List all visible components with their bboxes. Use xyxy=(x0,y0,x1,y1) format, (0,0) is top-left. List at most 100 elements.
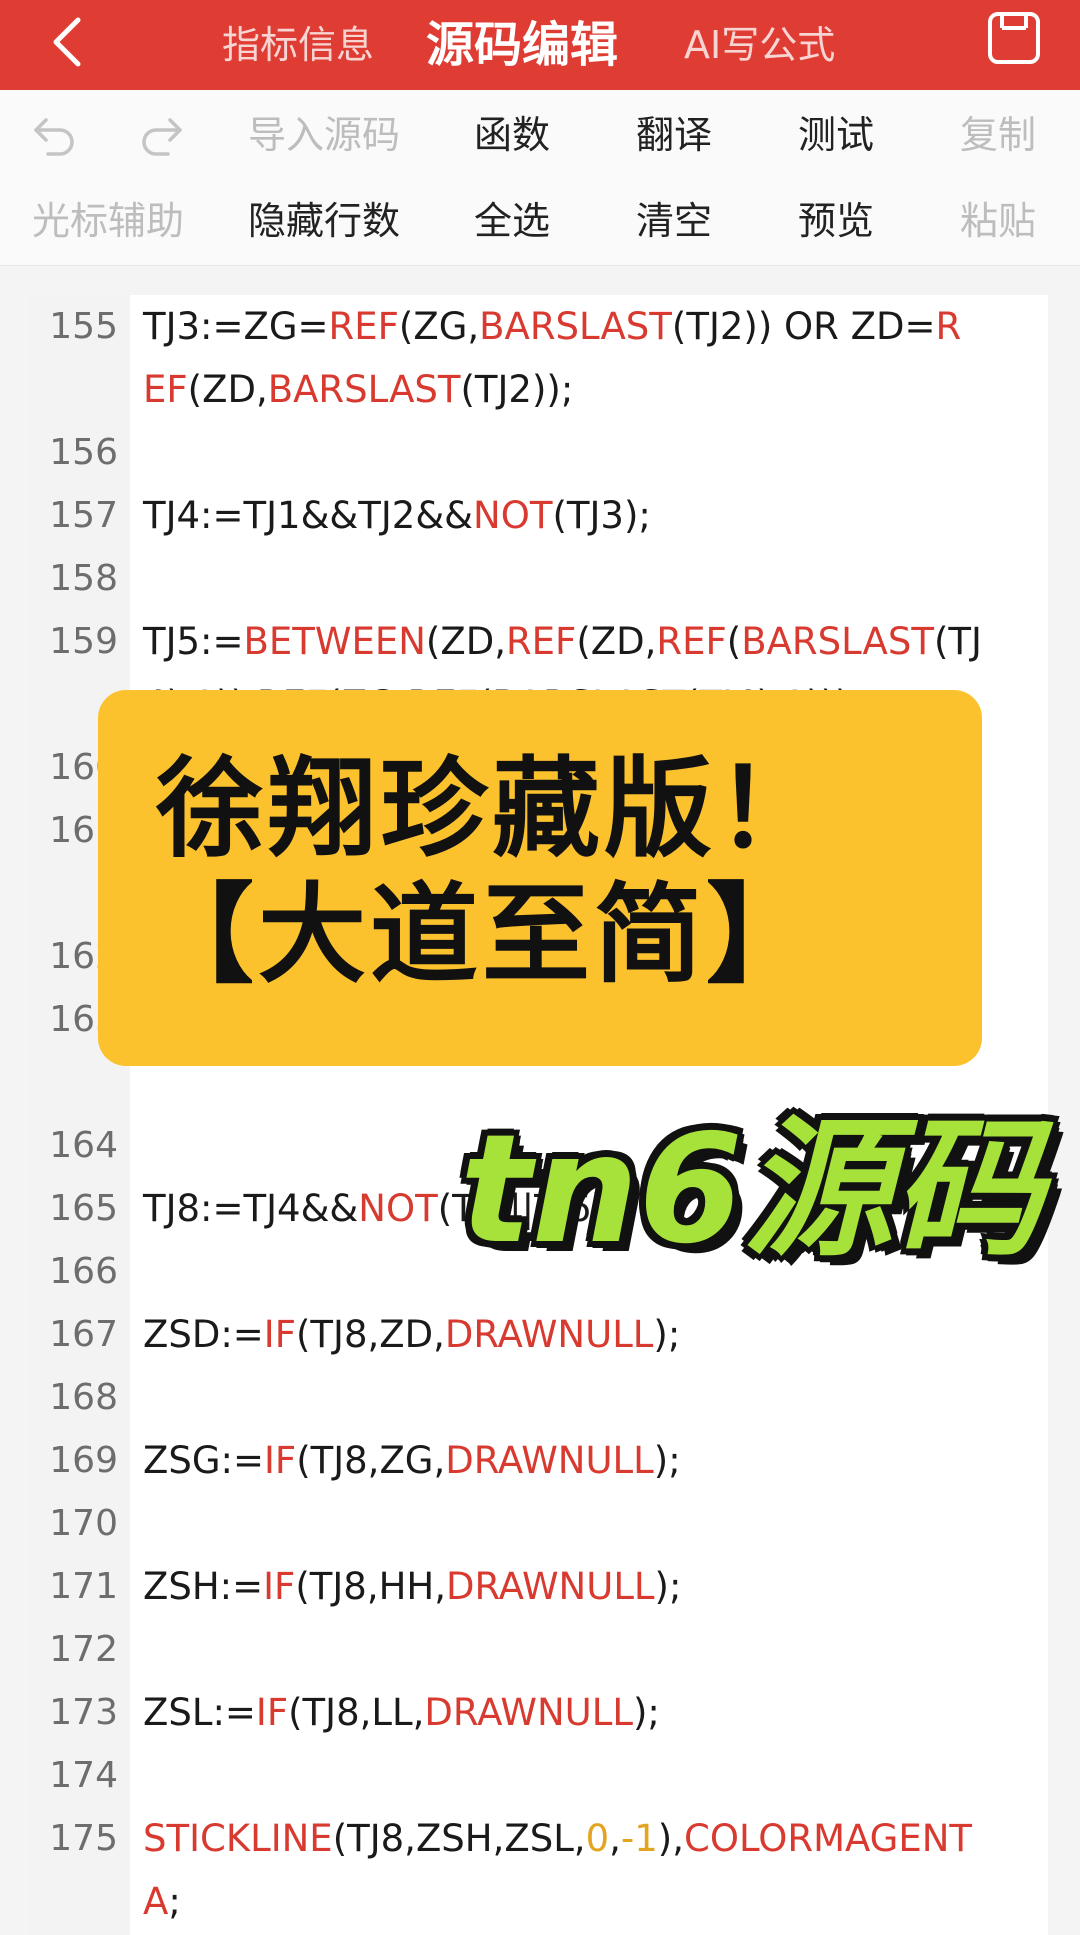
code-keyword: IF xyxy=(255,1691,289,1734)
code-token: (TJ8,ZG, xyxy=(296,1439,446,1482)
code-keyword: DRAWNULL xyxy=(424,1691,633,1734)
code-token: (TJ3); xyxy=(552,494,651,537)
editor-toolbar: 导入源码 函数 翻译 测试 复制 光标辅助 隐藏行数 全选 清空 预览 粘贴 xyxy=(0,90,1080,266)
line-number: 164 xyxy=(49,1125,118,1166)
code-token: (ZD, xyxy=(576,620,657,663)
code-token: ), xyxy=(657,1817,684,1860)
cursor-assist-button[interactable]: 光标辅助 xyxy=(28,191,188,251)
line-number: 173 xyxy=(49,1692,118,1733)
code-token: ; xyxy=(168,1880,181,1923)
code-keyword: STICKLINE xyxy=(143,1817,333,1860)
code-line[interactable]: 155 TJ3:=ZG=REF(ZG,BARSLAST(TJ2)) OR ZD=R… xyxy=(28,295,1048,421)
code-line[interactable]: 169 ZSG:=IF(TJ8,ZG,DRAWNULL); xyxy=(28,1429,1048,1492)
code-token: ( xyxy=(726,620,742,663)
code-line[interactable]: 171 ZSH:=IF(TJ8,HH,DRAWNULL); xyxy=(28,1555,1048,1618)
code-token: ); xyxy=(653,1439,681,1482)
code-keyword: IF xyxy=(263,1313,296,1356)
code-token: (ZD, xyxy=(425,620,506,663)
code-text[interactable]: TJ3:=ZG=REF(ZG,BARSLAST(TJ2)) OR ZD=REF(… xyxy=(143,295,983,421)
code-token: TJ5:= xyxy=(143,620,244,663)
line-number: 175 xyxy=(49,1818,118,1859)
line-number: 157 xyxy=(49,495,118,536)
line-number: 158 xyxy=(49,558,118,599)
test-button[interactable]: 测试 xyxy=(756,105,916,165)
code-token: TJ4:=TJ1&&TJ2&& xyxy=(143,494,474,537)
undo-icon[interactable] xyxy=(30,110,78,158)
code-keyword: REF xyxy=(328,305,399,348)
code-number: -1 xyxy=(620,1817,658,1860)
code-keyword: BARSLAST xyxy=(479,305,672,348)
preview-button[interactable]: 预览 xyxy=(756,191,916,251)
code-line[interactable]: 172 xyxy=(28,1618,1048,1681)
code-token: TJ8:=TJ4&& xyxy=(143,1187,359,1230)
code-token: (TJ2)); xyxy=(460,368,574,411)
translate-button[interactable]: 翻译 xyxy=(594,105,754,165)
code-line[interactable]: 175 STICKLINE(TJ8,ZSH,ZSL,0,-1),COLORMAGE… xyxy=(28,1807,1048,1933)
redo-icon[interactable] xyxy=(138,110,186,158)
code-line[interactable]: 156 xyxy=(28,421,1048,484)
code-text[interactable]: ZSD:=IF(TJ8,ZD,DRAWNULL); xyxy=(143,1303,983,1366)
line-number: 169 xyxy=(49,1440,118,1481)
code-keyword: REF xyxy=(656,620,727,663)
code-token: ZSD:= xyxy=(143,1313,264,1356)
code-line[interactable]: 174 xyxy=(28,1744,1048,1807)
code-line[interactable]: 158 xyxy=(28,547,1048,610)
clear-button[interactable]: 清空 xyxy=(594,191,754,251)
code-keyword: BARSLAST xyxy=(741,620,934,663)
code-keyword: IF xyxy=(263,1439,297,1482)
code-token: (ZD, xyxy=(187,368,268,411)
banner-subtitle: 【大道至简】 xyxy=(146,873,819,998)
line-number: 171 xyxy=(49,1566,118,1607)
line-number: 174 xyxy=(49,1755,118,1796)
tab-source-edit[interactable]: 源码编辑 xyxy=(426,0,618,90)
code-text[interactable]: ZSG:=IF(TJ8,ZG,DRAWNULL); xyxy=(143,1429,983,1492)
code-keyword: IF xyxy=(263,1565,296,1608)
code-keyword: REF xyxy=(505,620,577,663)
import-source-button[interactable]: 导入源码 xyxy=(244,105,404,165)
code-token: (ZG, xyxy=(398,305,480,348)
line-number: 167 xyxy=(49,1314,118,1355)
line-number: 156 xyxy=(49,432,118,473)
functions-button[interactable]: 函数 xyxy=(432,105,592,165)
code-token: ZSH:= xyxy=(143,1565,264,1608)
code-token: , xyxy=(609,1817,621,1860)
code-text[interactable]: ZSL:=IF(TJ8,LL,DRAWNULL); xyxy=(143,1681,983,1744)
code-token: ); xyxy=(632,1691,660,1734)
line-number: 170 xyxy=(49,1503,118,1544)
line-number: 166 xyxy=(49,1251,118,1292)
tab-indicator-info[interactable]: 指标信息 xyxy=(222,0,374,90)
line-number: 172 xyxy=(49,1629,118,1670)
code-token: (TJ8,HH, xyxy=(295,1565,446,1608)
code-token: ZSL:= xyxy=(143,1691,256,1734)
code-line[interactable]: 168 xyxy=(28,1366,1048,1429)
code-line[interactable]: 170 xyxy=(28,1492,1048,1555)
back-arrow-icon[interactable] xyxy=(42,12,102,72)
code-keyword: BETWEEN xyxy=(243,620,426,663)
code-line[interactable]: 173 ZSL:=IF(TJ8,LL,DRAWNULL); xyxy=(28,1681,1048,1744)
code-line[interactable]: 167 ZSD:=IF(TJ8,ZD,DRAWNULL); xyxy=(28,1303,1048,1366)
line-number: 168 xyxy=(49,1377,118,1418)
code-token: (TJ8,LL, xyxy=(288,1691,425,1734)
line-number: 159 xyxy=(49,621,118,662)
code-text[interactable]: TJ4:=TJ1&&TJ2&&NOT(TJ3); xyxy=(143,484,983,547)
code-keyword: NOT xyxy=(358,1187,438,1230)
code-text[interactable]: ZSH:=IF(TJ8,HH,DRAWNULL); xyxy=(143,1555,983,1618)
code-token: TJ3:=ZG= xyxy=(143,305,329,348)
select-all-button[interactable]: 全选 xyxy=(432,191,592,251)
hide-line-numbers-button[interactable]: 隐藏行数 xyxy=(244,191,404,251)
copy-button[interactable]: 复制 xyxy=(918,105,1078,165)
code-keyword: DRAWNULL xyxy=(444,1313,654,1356)
code-token: ); xyxy=(653,1313,681,1356)
code-line[interactable]: 157 TJ4:=TJ1&&TJ2&&NOT(TJ3); xyxy=(28,484,1048,547)
paste-button[interactable]: 粘贴 xyxy=(918,191,1078,251)
banner-title: 徐翔珍藏版！ xyxy=(156,747,829,872)
line-number: 155 xyxy=(49,306,118,347)
code-token: (TJ8,ZD, xyxy=(296,1313,445,1356)
tab-ai-formula[interactable]: AI写公式 xyxy=(684,0,835,90)
top-bar: 指标信息 源码编辑 AI写公式 xyxy=(0,0,1080,90)
line-number: 165 xyxy=(49,1188,118,1229)
code-text[interactable]: STICKLINE(TJ8,ZSH,ZSL,0,-1),COLORMAGENTA… xyxy=(143,1807,983,1933)
code-keyword: NOT xyxy=(473,494,553,537)
code-token: ZSG:= xyxy=(143,1439,264,1482)
save-icon[interactable] xyxy=(986,10,1042,66)
